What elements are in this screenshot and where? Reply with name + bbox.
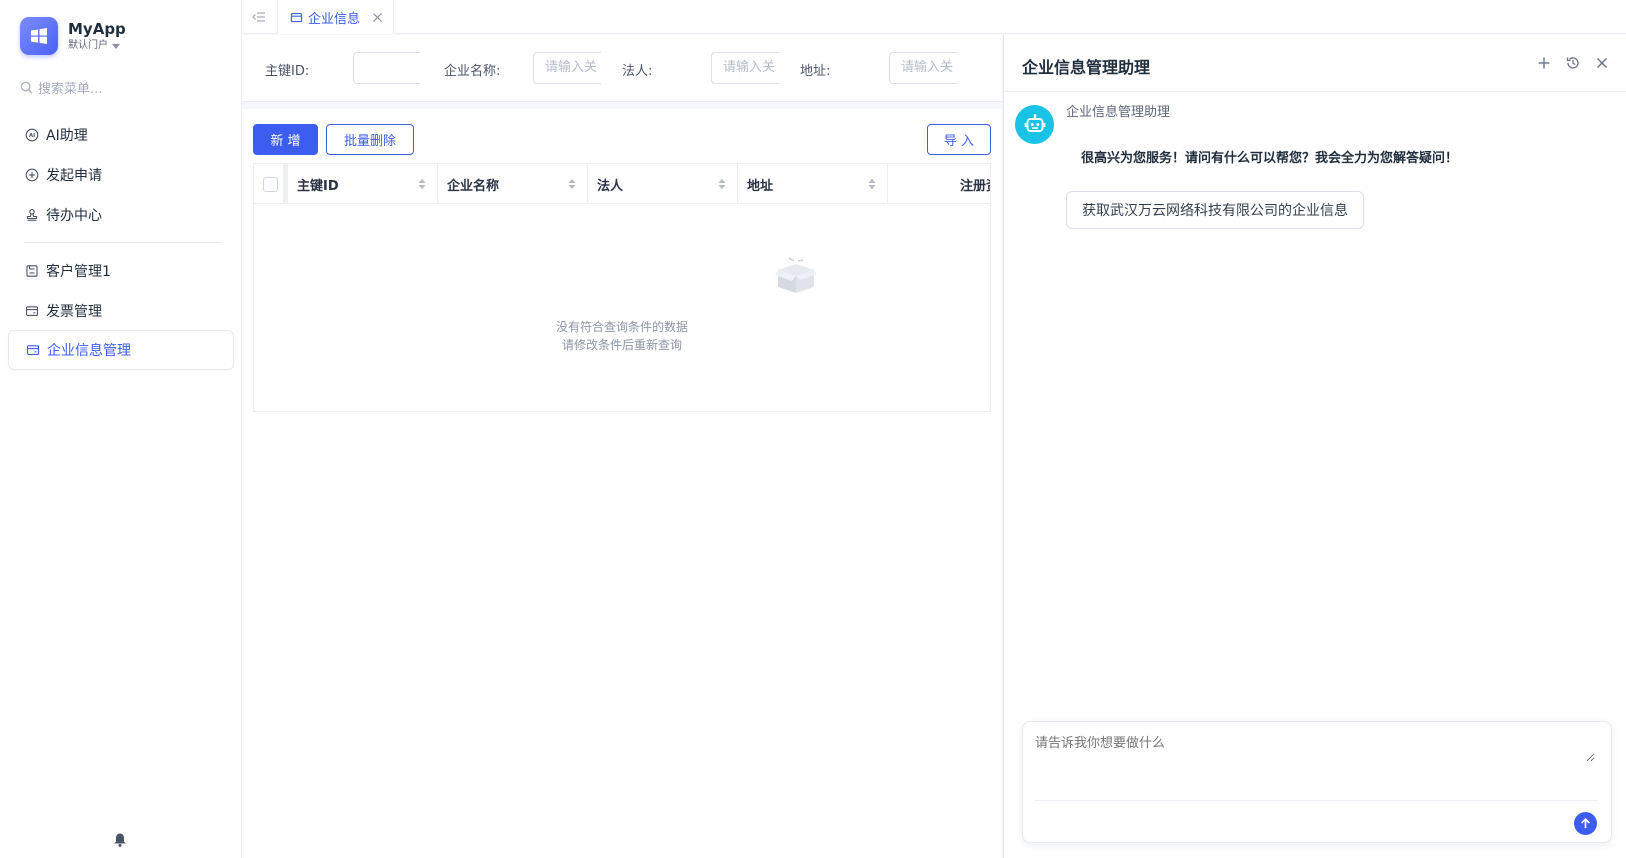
empty-message: 没有符合查询条件的数据 — [555, 320, 688, 334]
ai-icon: AI — [24, 128, 39, 143]
svg-text:AI: AI — [28, 133, 34, 139]
history-icon[interactable] — [1565, 55, 1581, 71]
portal-label: 默认门户 — [68, 40, 108, 51]
sort-icon[interactable] — [568, 178, 576, 190]
card-icon — [25, 343, 40, 358]
stamp-icon — [24, 208, 39, 223]
column-header-name[interactable]: 企业名称 — [438, 164, 588, 204]
send-button[interactable] — [1574, 812, 1597, 835]
tab-enterprise-info[interactable]: 企业信息 — [277, 0, 394, 34]
caret-down-icon — [112, 43, 120, 49]
robot-icon — [1024, 113, 1045, 132]
table-header: 主键ID 企业名称 法人 地址 注册资 — [254, 164, 990, 204]
column-header-legal-person[interactable]: 法人 — [588, 164, 738, 204]
sidebar-item-apply[interactable]: 发起申请 — [8, 155, 234, 195]
sidebar-item-todo[interactable]: 待办中心 — [8, 195, 234, 235]
filter-input-address[interactable]: 请输入关 — [889, 52, 957, 84]
filter-label-name: 企业名称: — [444, 64, 501, 79]
tab-bar: 企业信息 — [242, 0, 1626, 34]
chat-input[interactable] — [1035, 732, 1595, 762]
collapse-sidebar-icon[interactable] — [251, 10, 267, 24]
bot-greeting-message: 很高兴为您服务！请问有什么可以帮您？我会全力为您解答疑问！ — [1081, 151, 1459, 166]
new-chat-icon[interactable] — [1536, 55, 1552, 71]
menu-search[interactable]: 搜索菜单... — [20, 78, 102, 97]
bell-icon[interactable] — [113, 832, 127, 848]
sort-icon[interactable] — [718, 178, 726, 190]
brand[interactable]: MyApp 默认门户 — [20, 17, 126, 55]
search-icon — [20, 81, 33, 94]
filter-input-name[interactable]: 请输入关 — [533, 52, 601, 84]
arrow-up-icon — [1581, 817, 1590, 829]
filter-input-id[interactable] — [353, 52, 420, 84]
column-header-label: 法人 — [597, 178, 624, 194]
suggested-question-button[interactable]: 获取武汉万云网络科技有限公司的企业信息 — [1066, 191, 1364, 229]
import-button[interactable]: 导 入 — [927, 124, 991, 155]
column-header-label: 注册资 — [960, 178, 990, 194]
card-icon — [290, 12, 303, 22]
data-table: 主键ID 企业名称 法人 地址 注册资 — [253, 163, 991, 412]
filter-label-legal-person: 法人: — [622, 64, 653, 79]
close-icon[interactable] — [372, 12, 383, 23]
filter-label-address: 地址: — [800, 64, 831, 79]
select-all-checkbox[interactable] — [263, 177, 278, 192]
save-icon — [24, 264, 39, 279]
empty-box-icon — [775, 257, 817, 293]
sidebar-item-label: 企业信息管理 — [47, 343, 131, 359]
empty-state: 没有符合查询条件的数据 请修改条件后重新查询 — [254, 204, 990, 411]
sidebar-item-label: 发起申请 — [46, 168, 102, 184]
close-icon[interactable] — [1594, 55, 1610, 71]
sidebar-item-label: 客户管理1 — [46, 264, 111, 280]
add-button[interactable]: 新 增 — [253, 124, 318, 155]
sidebar: MyApp 默认门户 搜索菜单... AI AI助理 发起申请 待办中心 客户管… — [0, 0, 242, 858]
filter-label-id: 主键ID: — [265, 64, 310, 79]
plus-circle-icon — [24, 168, 39, 183]
sidebar-item-customers[interactable]: 客户管理1 — [8, 251, 234, 291]
empty-hint: 请修改条件后重新查询 — [561, 338, 682, 352]
select-all-cell — [254, 164, 283, 204]
app-logo-icon — [20, 17, 58, 55]
sort-icon[interactable] — [418, 178, 426, 190]
sidebar-item-label: 待办中心 — [46, 208, 102, 224]
bot-name: 企业信息管理助理 — [1066, 105, 1171, 120]
chat-composer — [1022, 721, 1612, 843]
column-header-label: 地址 — [747, 178, 774, 194]
assistant-title: 企业信息管理助理 — [1022, 58, 1151, 77]
bot-avatar — [1015, 105, 1054, 144]
portal-selector[interactable]: 默认门户 — [68, 39, 126, 53]
composer-divider — [1035, 800, 1599, 801]
column-header-label: 企业名称 — [447, 178, 500, 194]
column-header-id[interactable]: 主键ID — [288, 164, 438, 204]
app-name: MyApp — [68, 20, 126, 38]
menu-divider — [24, 242, 222, 243]
table-card: 新 增 批量删除 导 入 主键ID 企业名称 法人 地址 注册 没有符合查询条件… — [242, 109, 1002, 858]
batch-delete-button[interactable]: 批量删除 — [326, 124, 414, 155]
column-header-registered-capital[interactable]: 注册资 — [888, 164, 990, 204]
filter-form: 主键ID: 企业名称: 请输入关 法人: 请输入关 地址: 请输入关 — [242, 35, 1002, 102]
assistant-header-divider — [1004, 91, 1626, 92]
card-icon — [24, 304, 39, 319]
menu-search-placeholder: 搜索菜单... — [38, 82, 103, 97]
assistant-panel: 企业信息管理助理 企业信息管理助理 很高兴为您服务！请问有什么可以帮您？我会全力… — [1003, 35, 1626, 858]
sidebar-item-enterprise-info[interactable]: 企业信息管理 — [8, 330, 234, 370]
tab-label: 企业信息 — [308, 11, 361, 27]
column-header-address[interactable]: 地址 — [738, 164, 888, 204]
sidebar-item-label: 发票管理 — [46, 304, 102, 320]
sidebar-item-invoices[interactable]: 发票管理 — [8, 291, 234, 331]
column-header-label: 主键ID — [297, 178, 339, 194]
sort-icon[interactable] — [868, 178, 876, 190]
filter-input-legal-person[interactable]: 请输入关 — [711, 52, 779, 84]
sidebar-item-label: AI助理 — [46, 128, 88, 144]
sidebar-item-ai-assistant[interactable]: AI AI助理 — [8, 115, 234, 155]
